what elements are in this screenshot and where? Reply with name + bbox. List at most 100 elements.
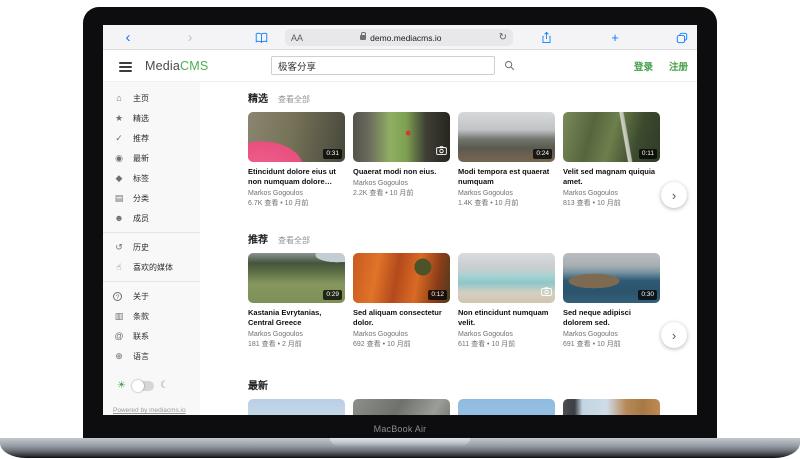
new-tab-icon[interactable]: + [608,25,622,50]
new-releases-icon: ◉ [113,153,125,164]
video-author: Markos Gogoulos [248,190,345,197]
site-header: MediaCMS 登录 注册 [103,50,697,82]
macbook-mockup: ‹ › AA demo.mediacms.io ↻ + [0,0,800,459]
forward-button[interactable]: › [183,25,197,50]
video-author: Markos Gogoulos [353,180,450,187]
theme-switch-row: ☀ ☾ [103,380,200,391]
video-card[interactable] [458,399,555,415]
video-card[interactable]: 0:30 Sed neque adipisci dolorem sed. Mar… [563,253,660,349]
dark-mode-icon: ☾ [160,380,169,391]
video-thumbnail [563,399,660,415]
video-thumbnail [353,112,450,162]
share-icon[interactable] [539,25,553,50]
laptop-base-notch [330,438,470,446]
video-thumbnail: 0:12 [353,253,450,303]
video-author: Markos Gogoulos [248,331,345,338]
device-label: MacBook Air [83,424,717,434]
video-card[interactable] [563,399,660,415]
video-card[interactable]: Non etincidunt numquam velit. Markos Gog… [458,253,555,349]
duration-badge: 0:31 [323,149,342,159]
screen: ‹ › AA demo.mediacms.io ↻ + [103,25,697,415]
video-thumbnail: 0:24 [458,112,555,162]
duration-badge: 0:11 [639,149,657,159]
carousel-next-button[interactable]: › [661,322,687,348]
about-icon: ? [113,292,122,301]
video-meta: 2.2K 查看 • 10 月前 [353,188,450,198]
video-thumbnail: 0:30 [563,253,660,303]
video-thumbnail [248,399,345,415]
thumb-up-icon: ☝ [113,262,125,273]
view-all-link[interactable]: 查看全部 [278,94,310,105]
sidebar-item-contact[interactable]: @ 联系 [103,326,200,346]
video-card[interactable]: 0:29 Kastania Evrytanias, Central Greece… [248,253,345,349]
search-input[interactable] [271,56,495,75]
section-title: 精选 [248,90,268,105]
terms-icon: ▥ [113,311,125,322]
sidebar-item-recommended[interactable]: ✓ 推荐 [103,128,200,148]
video-card[interactable] [248,399,345,415]
image-media-icon [436,142,447,160]
duration-badge: 0:12 [428,290,447,300]
sidebar-item-home[interactable]: ⌂ 主页 [103,88,200,108]
powered-by-link[interactable]: Powered by mediacms.io [113,407,186,414]
duration-badge: 0:29 [323,290,342,300]
address-bar[interactable]: AA demo.mediacms.io ↻ [285,29,513,46]
sidebar-item-history[interactable]: ↺ 历史 [103,237,200,257]
category-icon: ▤ [113,193,125,204]
url-text: demo.mediacms.io [370,33,441,43]
sidebar-item-categories[interactable]: ▤ 分类 [103,188,200,208]
light-mode-icon: ☀ [117,380,126,391]
video-card[interactable]: 0:12 Sed aliquam consectetur dolor. Mark… [353,253,450,349]
video-card[interactable] [353,399,450,415]
sidebar-item-tags[interactable]: ◆ 标签 [103,168,200,188]
tabs-icon[interactable] [675,25,689,50]
login-link[interactable]: 登录 [634,59,653,73]
sidebar-item-language[interactable]: ⊕ 语言 [103,346,200,366]
check-icon: ✓ [113,133,125,144]
theme-toggle[interactable] [132,381,154,391]
sidebar-item-latest[interactable]: ◉ 最新 [103,148,200,168]
lock-icon [360,35,366,40]
video-meta: 692 查看 • 10 月前 [353,339,450,349]
site-logo[interactable]: MediaCMS [145,59,208,73]
video-meta: 6.7K 查看 • 10 月前 [248,198,345,208]
sidebar-item-members[interactable]: ☻ 成员 [103,208,200,228]
menu-icon[interactable] [119,62,132,74]
video-meta: 611 查看 • 10 月前 [458,339,555,349]
video-thumbnail [458,253,555,303]
video-author: Markos Gogoulos [458,190,555,197]
video-meta: 1.4K 查看 • 10 月前 [458,198,555,208]
sidebar-item-liked-media[interactable]: ☝ 喜欢的媒体 [103,257,200,277]
video-meta: 181 查看 • 2 月前 [248,339,345,349]
view-all-link[interactable]: 查看全部 [278,235,310,246]
video-thumbnail: 0:31 [248,112,345,162]
contact-icon: @ [113,331,125,341]
video-card[interactable]: 0:24 Modi tempora est quaerat numquam Ma… [458,112,555,208]
video-card[interactable]: 0:11 Velit sed magnam quiquia amet. Mark… [563,112,660,208]
reader-view-button[interactable]: AA [291,33,303,43]
carousel-next-button[interactable]: › [661,182,687,208]
register-link[interactable]: 注册 [669,59,688,73]
star-icon: ★ [113,113,125,124]
video-card[interactable]: 0:31 Etincidunt dolore eius ut non numqu… [248,112,345,208]
sidebar-item-featured[interactable]: ★ 精选 [103,108,200,128]
bookmarks-icon[interactable] [253,25,269,50]
sidebar-item-terms[interactable]: ▥ 条款 [103,306,200,326]
reload-icon[interactable]: ↻ [499,32,507,43]
browser-toolbar: ‹ › AA demo.mediacms.io ↻ + [103,25,697,50]
sidebar-divider [103,232,200,233]
language-icon: ⊕ [113,351,125,362]
search-icon[interactable] [501,57,517,74]
video-thumbnail: 0:11 [563,112,660,162]
section-title: 推荐 [248,231,268,246]
section-latest: 最新 [248,377,693,415]
sidebar-item-about[interactable]: ? 关于 [103,286,200,306]
section-title: 最新 [248,377,268,392]
video-card[interactable]: Quaerat modi non eius. Markos Gogoulos 2… [353,112,450,208]
video-meta: 813 查看 • 10 月前 [563,198,660,208]
video-thumbnail: 0:29 [248,253,345,303]
history-icon: ↺ [113,242,125,253]
section-recommended: 推荐 查看全部 0:29 Kastania Evrytanias, Centra… [248,231,693,349]
video-meta: 691 查看 • 10 月前 [563,339,660,349]
back-button[interactable]: ‹ [121,25,135,50]
